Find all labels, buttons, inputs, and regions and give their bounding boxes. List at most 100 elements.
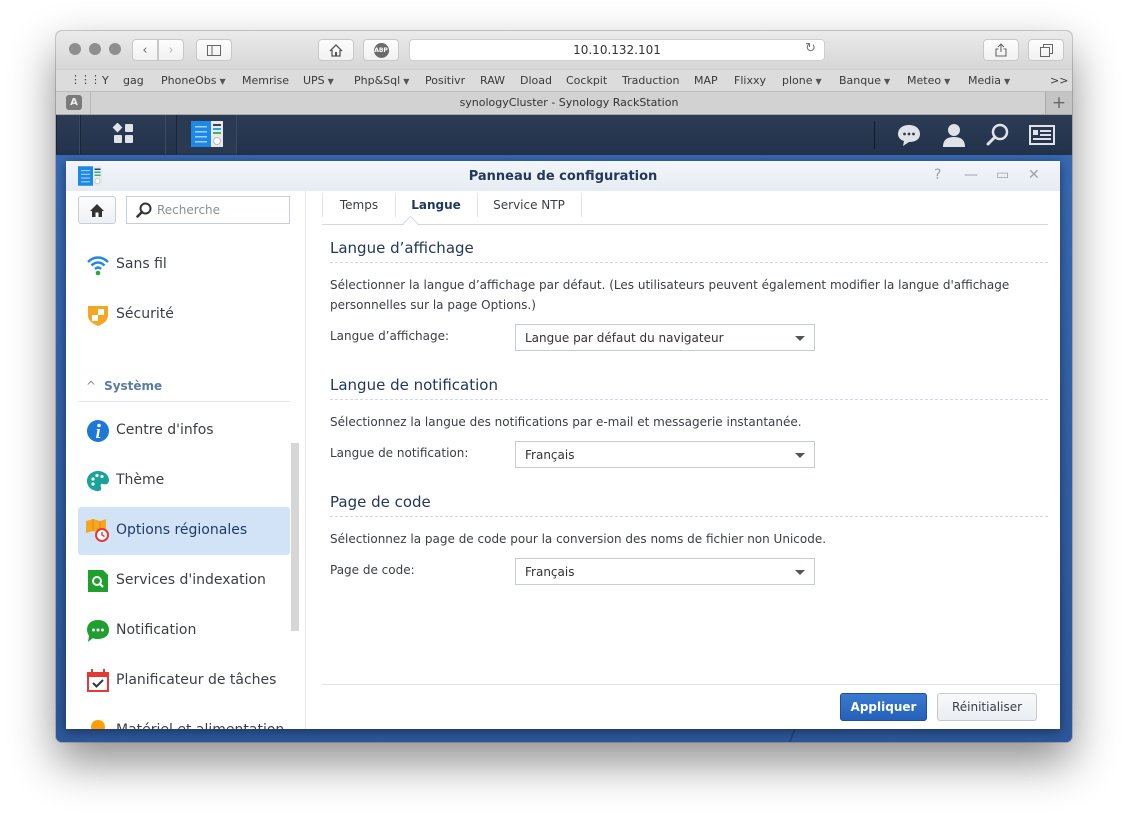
- adblock-button[interactable]: ABP: [363, 39, 399, 61]
- bookmark-item[interactable]: gag: [123, 74, 144, 87]
- user-icon[interactable]: [941, 123, 967, 147]
- chat-icon[interactable]: [896, 123, 922, 147]
- display-language-select[interactable]: Langue par défaut du navigateur: [515, 324, 815, 351]
- search-input[interactable]: Recherche: [126, 196, 290, 224]
- forward-button[interactable]: ›: [158, 39, 184, 61]
- bookmark-item[interactable]: Flixxy: [734, 74, 766, 87]
- address-bar[interactable]: 10.10.132.101 ↻: [409, 39, 825, 61]
- sidebar-item-label: Thème: [116, 472, 165, 488]
- home-button[interactable]: [78, 196, 116, 224]
- section-title-code-page: Page de code: [330, 493, 431, 511]
- bookmark-item[interactable]: Media ▼: [968, 74, 1010, 87]
- chevron-right-icon: ›: [168, 42, 174, 58]
- shield-icon: [88, 306, 108, 326]
- bookmark-item[interactable]: plone ▼: [782, 74, 822, 87]
- bookmark-item[interactable]: Traduction: [622, 74, 679, 87]
- notification-language-select[interactable]: Français: [515, 441, 815, 468]
- sidebar-item-materiel[interactable]: Matériel et alimentation: [78, 707, 290, 729]
- tab-langue[interactable]: Langue: [395, 193, 478, 217]
- bookmark-item[interactable]: Banque ▼: [839, 74, 890, 87]
- description-line: personnelles sur la page Options.): [330, 298, 536, 312]
- control-panel-icon: [191, 121, 223, 147]
- sidebar-item-notification[interactable]: Notification: [78, 607, 290, 655]
- sidebar-toggle-button[interactable]: [196, 39, 232, 61]
- share-button[interactable]: [983, 39, 1019, 61]
- reset-button[interactable]: Réinitialiser: [937, 693, 1037, 721]
- sidebar-scrollbar[interactable]: [291, 443, 299, 631]
- tab-service-ntp[interactable]: Service NTP: [477, 193, 582, 217]
- bookmark-item[interactable]: MAP: [694, 74, 718, 87]
- main-menu-icon: [112, 123, 133, 143]
- sidebar-item-securite[interactable]: Sécurité: [78, 291, 290, 339]
- home-button[interactable]: [318, 39, 354, 61]
- sidebar-item-label: Centre d'infos: [116, 422, 214, 438]
- bookmark-item[interactable]: UPS ▼: [303, 74, 334, 87]
- share-icon: [995, 43, 1007, 57]
- taskbar-spacer: [56, 115, 80, 154]
- wifi-icon: [87, 256, 109, 276]
- palette-icon: [87, 471, 109, 491]
- window-title: Panneau de configuration: [468, 169, 658, 184]
- bookmark-item[interactable]: Y: [102, 74, 109, 87]
- tab-divider: [90, 92, 91, 114]
- sidebar-group-systeme[interactable]: ^ Système: [86, 379, 162, 393]
- url-text: 10.10.132.101: [573, 43, 661, 57]
- minimize-button[interactable]: —: [964, 167, 978, 183]
- control-panel-window: Panneau de configuration ? — ▭ ✕ Recherc…: [66, 161, 1060, 729]
- back-button[interactable]: ‹: [132, 39, 158, 61]
- sidebar-item-services-indexation[interactable]: Services d'indexation: [78, 557, 290, 605]
- bookmark-item[interactable]: Dload: [520, 74, 552, 87]
- dropdown-arrow-icon: [795, 336, 805, 341]
- select-value: Français: [525, 565, 575, 579]
- sidebar: Recherche Sans fil Sécurité ^ Système Ce…: [66, 191, 306, 729]
- search-icon[interactable]: [985, 123, 1011, 147]
- tab-temps[interactable]: Temps: [323, 193, 396, 217]
- window-header: Panneau de configuration ? — ▭ ✕: [66, 161, 1060, 191]
- sidebar-item-planificateur[interactable]: Planificateur de tâches: [78, 657, 290, 705]
- select-value: Langue par défaut du navigateur: [525, 331, 724, 345]
- bookmark-item[interactable]: Positivr: [425, 74, 465, 87]
- bookmarks-overflow-button[interactable]: >>: [1050, 74, 1068, 87]
- sidebar-item-centre-infos[interactable]: Centre d'infos: [78, 407, 290, 455]
- select-value: Français: [525, 448, 575, 462]
- sidebar-item-label: Planificateur de tâches: [116, 672, 277, 688]
- bookmark-item[interactable]: Php&Sql ▼: [354, 74, 409, 87]
- zoom-window-button[interactable]: [109, 43, 121, 55]
- main-menu-button[interactable]: [80, 115, 166, 154]
- apps-grid-icon[interactable]: ⋮⋮⋮: [70, 73, 101, 86]
- sidebar-item-theme[interactable]: Thème: [78, 457, 290, 505]
- sidebar-item-sans-fil[interactable]: Sans fil: [78, 241, 290, 289]
- minimize-window-button[interactable]: [89, 43, 101, 55]
- bookmark-item[interactable]: Meteo ▼: [907, 74, 950, 87]
- apply-button[interactable]: Appliquer: [840, 693, 927, 721]
- sidebar-icon: [207, 44, 221, 56]
- tab-favicon: A: [66, 95, 82, 110]
- close-button[interactable]: ✕: [1028, 167, 1040, 183]
- browser-tab-title[interactable]: synologyCluster - Synology RackStation: [92, 96, 1046, 109]
- sidebar-item-label: Options régionales: [116, 522, 248, 538]
- maximize-button[interactable]: ▭: [996, 167, 1009, 183]
- bookmark-item[interactable]: PhoneObs ▼: [161, 74, 226, 87]
- browser-tab-bar: A synologyCluster - Synology RackStation…: [56, 92, 1072, 115]
- code-page-select[interactable]: Français: [515, 558, 815, 585]
- sidebar-item-options-regionales[interactable]: Options régionales: [78, 507, 290, 555]
- reload-icon[interactable]: ↻: [805, 41, 816, 56]
- tabs-overview-button[interactable]: [1028, 39, 1064, 61]
- section-divider: [330, 516, 1048, 517]
- tabs-icon: [1039, 43, 1053, 57]
- new-tab-button[interactable]: +: [1045, 92, 1072, 114]
- section-description: Sélectionner la langue d’affichage par d…: [330, 275, 1040, 315]
- taskbar-divider: [874, 121, 875, 149]
- bookmarks-bar: ⋮⋮⋮ Y gag PhoneObs ▼ Memrise UPS ▼ Php&Sql…: [56, 69, 1072, 92]
- bookmark-item[interactable]: Cockpit: [566, 74, 607, 87]
- widgets-icon[interactable]: [1029, 123, 1055, 147]
- adblock-icon: ABP: [373, 42, 389, 58]
- sidebar-item-label: Matériel et alimentation: [116, 722, 284, 729]
- help-button[interactable]: ?: [934, 167, 941, 183]
- bookmark-item[interactable]: RAW: [480, 74, 505, 87]
- taskbar-control-panel-button[interactable]: [176, 115, 237, 154]
- sidebar-item-label: Sans fil: [116, 256, 167, 272]
- home-icon: [329, 43, 343, 57]
- bookmark-item[interactable]: Memrise: [242, 74, 289, 87]
- close-window-button[interactable]: [69, 43, 81, 55]
